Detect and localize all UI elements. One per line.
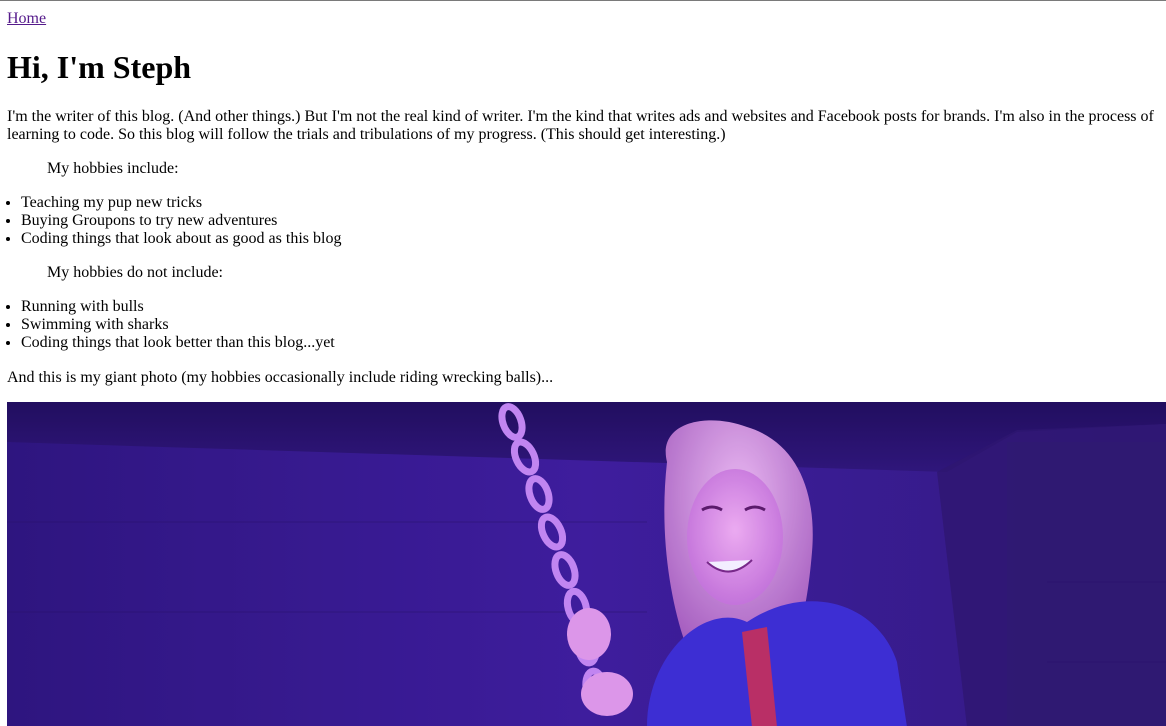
list-item: Swimming with sharks	[21, 316, 335, 334]
list-item: Coding things that look better than this…	[21, 334, 335, 352]
list-item: Running with bulls	[21, 298, 335, 316]
list-item: Teaching my pup new tricks	[21, 194, 341, 212]
page-title: Hi, I'm Steph	[7, 49, 192, 85]
photo-caption: And this is my giant photo (my hobbies o…	[7, 369, 554, 386]
hobbies-include-list: Teaching my pup new tricks Buying Groupo…	[7, 194, 341, 248]
hobbies-exclude-label: My hobbies do not include:	[47, 264, 223, 281]
list-item: Buying Groupons to try new adventures	[21, 212, 341, 230]
home-link[interactable]: Home	[7, 10, 46, 28]
wrecking-ball-photo	[7, 402, 1166, 726]
hobbies-include-label: My hobbies include:	[47, 160, 179, 177]
photo-illustration	[7, 402, 1166, 726]
list-item: Coding things that look about as good as…	[21, 230, 341, 248]
hobbies-exclude-list: Running with bulls Swimming with sharks …	[7, 298, 335, 352]
intro-paragraph: I'm the writer of this blog. (And other …	[7, 108, 1154, 143]
